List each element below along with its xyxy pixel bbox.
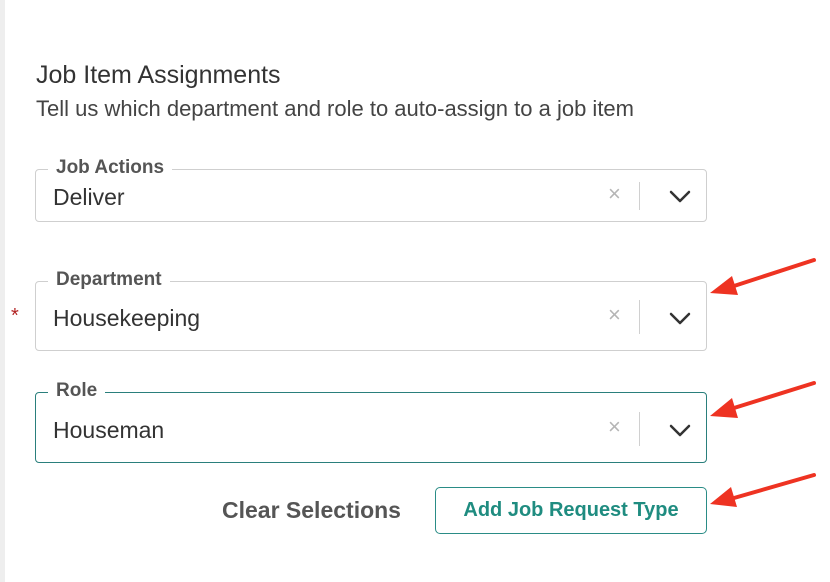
role-select[interactable]: Role Houseman × — [35, 380, 707, 463]
section-title: Job Item Assignments — [36, 61, 281, 89]
annotation-arrow — [710, 258, 816, 295]
job-actions-select[interactable]: Job Actions Deliver × — [35, 157, 707, 222]
department-select[interactable]: Department Housekeeping × — [35, 269, 707, 351]
left-border — [0, 0, 5, 582]
chevron-down-icon[interactable] — [669, 190, 691, 204]
clear-icon[interactable]: × — [608, 181, 621, 207]
clear-icon[interactable]: × — [608, 414, 621, 440]
select-separator — [639, 182, 640, 210]
chevron-down-icon[interactable] — [669, 312, 691, 326]
role-label: Role — [48, 380, 106, 402]
job-actions-label: Job Actions — [48, 157, 173, 179]
annotation-arrow — [710, 473, 816, 507]
clear-icon[interactable]: × — [608, 302, 621, 328]
department-label: Department — [48, 269, 170, 291]
annotation-arrow — [710, 381, 816, 418]
required-indicator: * — [11, 305, 19, 327]
role-value: Houseman — [53, 417, 165, 443]
department-value: Housekeeping — [53, 305, 201, 331]
chevron-down-icon[interactable] — [669, 424, 691, 438]
select-separator — [639, 412, 640, 446]
select-separator — [639, 300, 640, 334]
add-job-request-type-button[interactable]: Add Job Request Type — [435, 487, 707, 534]
clear-selections-button[interactable]: Clear Selections — [222, 497, 401, 524]
job-actions-value: Deliver — [53, 184, 125, 210]
section-subtitle: Tell us which department and role to aut… — [36, 96, 634, 121]
